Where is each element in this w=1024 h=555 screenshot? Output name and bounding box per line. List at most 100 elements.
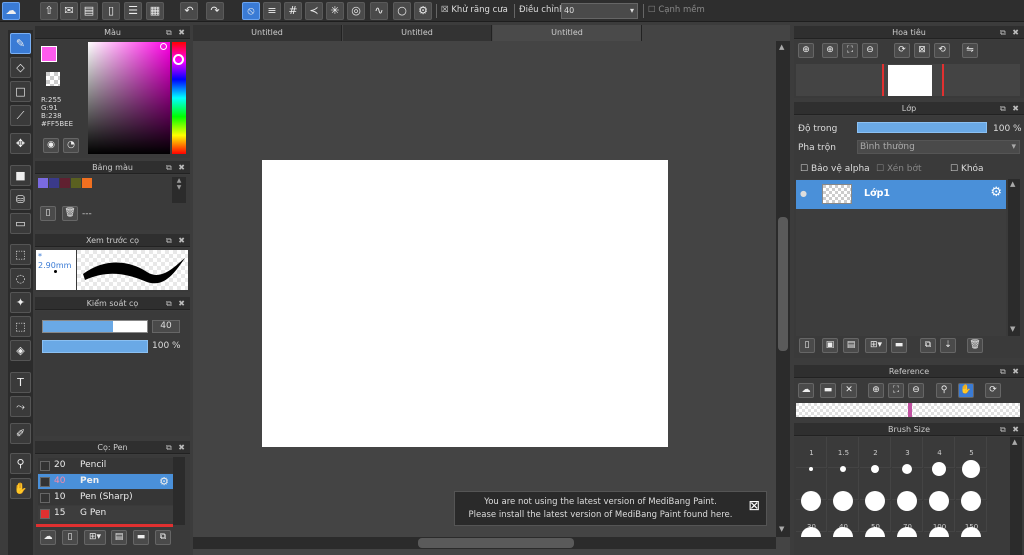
- lock-checkbox[interactable]: ☐ Khóa: [950, 164, 984, 174]
- brush-settings-icon[interactable]: ▤: [111, 530, 127, 545]
- palette-swatch[interactable]: [82, 178, 92, 188]
- operation-tool-icon[interactable]: ⤳: [10, 396, 31, 417]
- blend-mode-select[interactable]: Bình thường ▾: [857, 140, 1020, 154]
- tab-document-2[interactable]: Untitled: [343, 25, 492, 41]
- rotate-icon[interactable]: ⟳: [894, 43, 910, 58]
- zoom-in-icon[interactable]: ⊕: [798, 43, 814, 58]
- close-reference-icon[interactable]: ✕: [841, 383, 857, 398]
- text-tool-icon[interactable]: T: [10, 372, 31, 393]
- reset-view-icon[interactable]: ⊠: [914, 43, 930, 58]
- palette-swatch[interactable]: [38, 178, 48, 188]
- palette-swatch[interactable]: [71, 178, 81, 188]
- layer-opacity-slider[interactable]: [857, 122, 987, 133]
- list-icon[interactable]: ☰: [124, 2, 142, 20]
- layer-scrollbar[interactable]: ▲ ▼: [1008, 179, 1020, 336]
- scroll-down-icon[interactable]: ▼: [779, 525, 784, 533]
- brush-size-cell[interactable]: 1: [796, 437, 827, 468]
- select-eraser-tool-icon[interactable]: ◈: [10, 340, 31, 361]
- tab-document-3[interactable]: Untitled: [493, 25, 642, 41]
- grid-icon[interactable]: ▦: [146, 2, 164, 20]
- reference-view[interactable]: [796, 403, 1020, 417]
- color-wheel-icon[interactable]: ◉: [43, 138, 59, 153]
- reference-zoom-out-icon[interactable]: ⊖: [908, 383, 924, 398]
- new-layer-icon[interactable]: ▯: [799, 338, 815, 353]
- panel-controls[interactable]: ⧉ ✖: [166, 234, 187, 247]
- chat-icon[interactable]: ✉: [60, 2, 78, 20]
- scroll-thumb[interactable]: [778, 217, 788, 351]
- duplicate-brush-icon[interactable]: ⧉: [155, 530, 171, 545]
- brush-size-cell[interactable]: 70: [892, 491, 923, 537]
- line-tool-icon[interactable]: ⟋: [10, 105, 31, 126]
- panel-controls[interactable]: ⧉ ✖: [1000, 365, 1021, 378]
- comment-icon[interactable]: ▤: [80, 2, 98, 20]
- add-brush-icon[interactable]: ▯: [62, 530, 78, 545]
- snap-off-icon[interactable]: ⦸: [242, 2, 260, 20]
- dot-tool-icon[interactable]: □: [10, 81, 31, 102]
- reference-fit-icon[interactable]: ⛶: [888, 383, 904, 398]
- primary-color-swatch[interactable]: [41, 46, 57, 62]
- drawing-canvas[interactable]: [262, 160, 668, 447]
- palette-swatch[interactable]: [60, 178, 70, 188]
- fit-icon[interactable]: ⛶: [842, 43, 858, 58]
- merge-layer-icon[interactable]: ⇣: [940, 338, 956, 353]
- reference-zoom-in-icon[interactable]: ⊕: [868, 383, 884, 398]
- color-history-icon[interactable]: ◔: [63, 138, 79, 153]
- panel-controls[interactable]: ⧉ ✖: [166, 441, 187, 454]
- brush-list-scrollbar[interactable]: [173, 457, 185, 525]
- panel-controls[interactable]: ⧉ ✖: [166, 26, 187, 39]
- snap-parallel-icon[interactable]: ≡: [263, 2, 281, 20]
- lasso-tool-icon[interactable]: ◌: [10, 268, 31, 289]
- canvas-vertical-scrollbar[interactable]: ▲ ▼: [776, 41, 790, 537]
- brush-size-scrollbar[interactable]: ▲: [1010, 437, 1022, 555]
- tab-document-1[interactable]: Untitled: [193, 25, 342, 41]
- scroll-up-icon[interactable]: ▲: [779, 43, 784, 51]
- move-tool-icon[interactable]: ✥: [10, 133, 31, 154]
- add-brush-menu-icon[interactable]: ⊞▾: [84, 530, 106, 545]
- document-icon[interactable]: ▯: [102, 2, 120, 20]
- brush-size-cell[interactable]: 50: [860, 491, 891, 537]
- redo-icon[interactable]: ↷: [206, 2, 224, 20]
- panel-controls[interactable]: ⧉ ✖: [166, 161, 187, 174]
- brush-size-cell[interactable]: 40: [828, 491, 859, 537]
- scroll-down-icon[interactable]: ▼: [1010, 325, 1015, 333]
- navigator-preview[interactable]: [796, 64, 1020, 96]
- brush-size-cell[interactable]: 2: [860, 437, 891, 468]
- smooth-checkbox[interactable]: ☐ Cạnh mềm: [648, 5, 705, 15]
- antialias-checkbox[interactable]: ☒ Khử răng cưa: [441, 5, 508, 15]
- divide-tool-icon[interactable]: ✐: [10, 423, 31, 444]
- rotate-reset-icon[interactable]: ⟲: [934, 43, 950, 58]
- scroll-up-icon[interactable]: ▲: [1010, 180, 1015, 188]
- new-layer-alt-icon[interactable]: ▣: [822, 338, 838, 353]
- open-reference-icon[interactable]: ▬: [820, 383, 836, 398]
- snap-radial-icon[interactable]: ✳: [326, 2, 344, 20]
- secondary-color-swatch[interactable]: [46, 72, 60, 86]
- brush-list-item[interactable]: 40 Pen ⚙: [38, 474, 173, 489]
- new-halftone-layer-icon[interactable]: ▤: [843, 338, 859, 353]
- bucket-tool-icon[interactable]: ⛁: [10, 189, 31, 210]
- brush-list-item[interactable]: 10 Pen (Sharp): [38, 490, 173, 505]
- flip-icon[interactable]: ⇋: [962, 43, 978, 58]
- panel-controls[interactable]: ⧉ ✖: [1000, 102, 1021, 115]
- layer-folder-icon[interactable]: ▬: [891, 338, 907, 353]
- brush-size-value[interactable]: 40: [152, 320, 180, 333]
- close-icon[interactable]: ⊠: [748, 499, 760, 513]
- snap-settings-icon[interactable]: ⚙: [414, 2, 432, 20]
- panel-controls[interactable]: ⧉ ✖: [1000, 26, 1021, 39]
- gear-icon[interactable]: ⚙: [159, 474, 169, 489]
- visibility-icon[interactable]: ●: [800, 189, 807, 198]
- panel-controls[interactable]: ⧉ ✖: [166, 297, 187, 310]
- gear-icon[interactable]: ⚙: [990, 185, 1002, 200]
- brush-size-slider[interactable]: [42, 320, 148, 333]
- panel-controls[interactable]: ⧉ ✖: [1000, 423, 1021, 436]
- update-notice[interactable]: You are not using the latest version of …: [454, 491, 767, 526]
- brush-folder-icon[interactable]: ▬: [133, 530, 149, 545]
- saturation-value-picker[interactable]: [88, 42, 170, 154]
- medibang-logo-icon[interactable]: ☁: [2, 2, 20, 20]
- scroll-thumb[interactable]: [418, 538, 574, 548]
- brush-size-cell[interactable]: 30: [796, 491, 827, 537]
- snap-circle-icon[interactable]: ◎: [347, 2, 365, 20]
- eyedropper-tool-icon[interactable]: ⚲: [10, 453, 31, 474]
- undo-icon[interactable]: ↶: [180, 2, 198, 20]
- delete-layer-icon[interactable]: 🗑: [967, 338, 983, 353]
- protect-alpha-checkbox[interactable]: ☐ Bảo vệ alpha: [800, 164, 870, 174]
